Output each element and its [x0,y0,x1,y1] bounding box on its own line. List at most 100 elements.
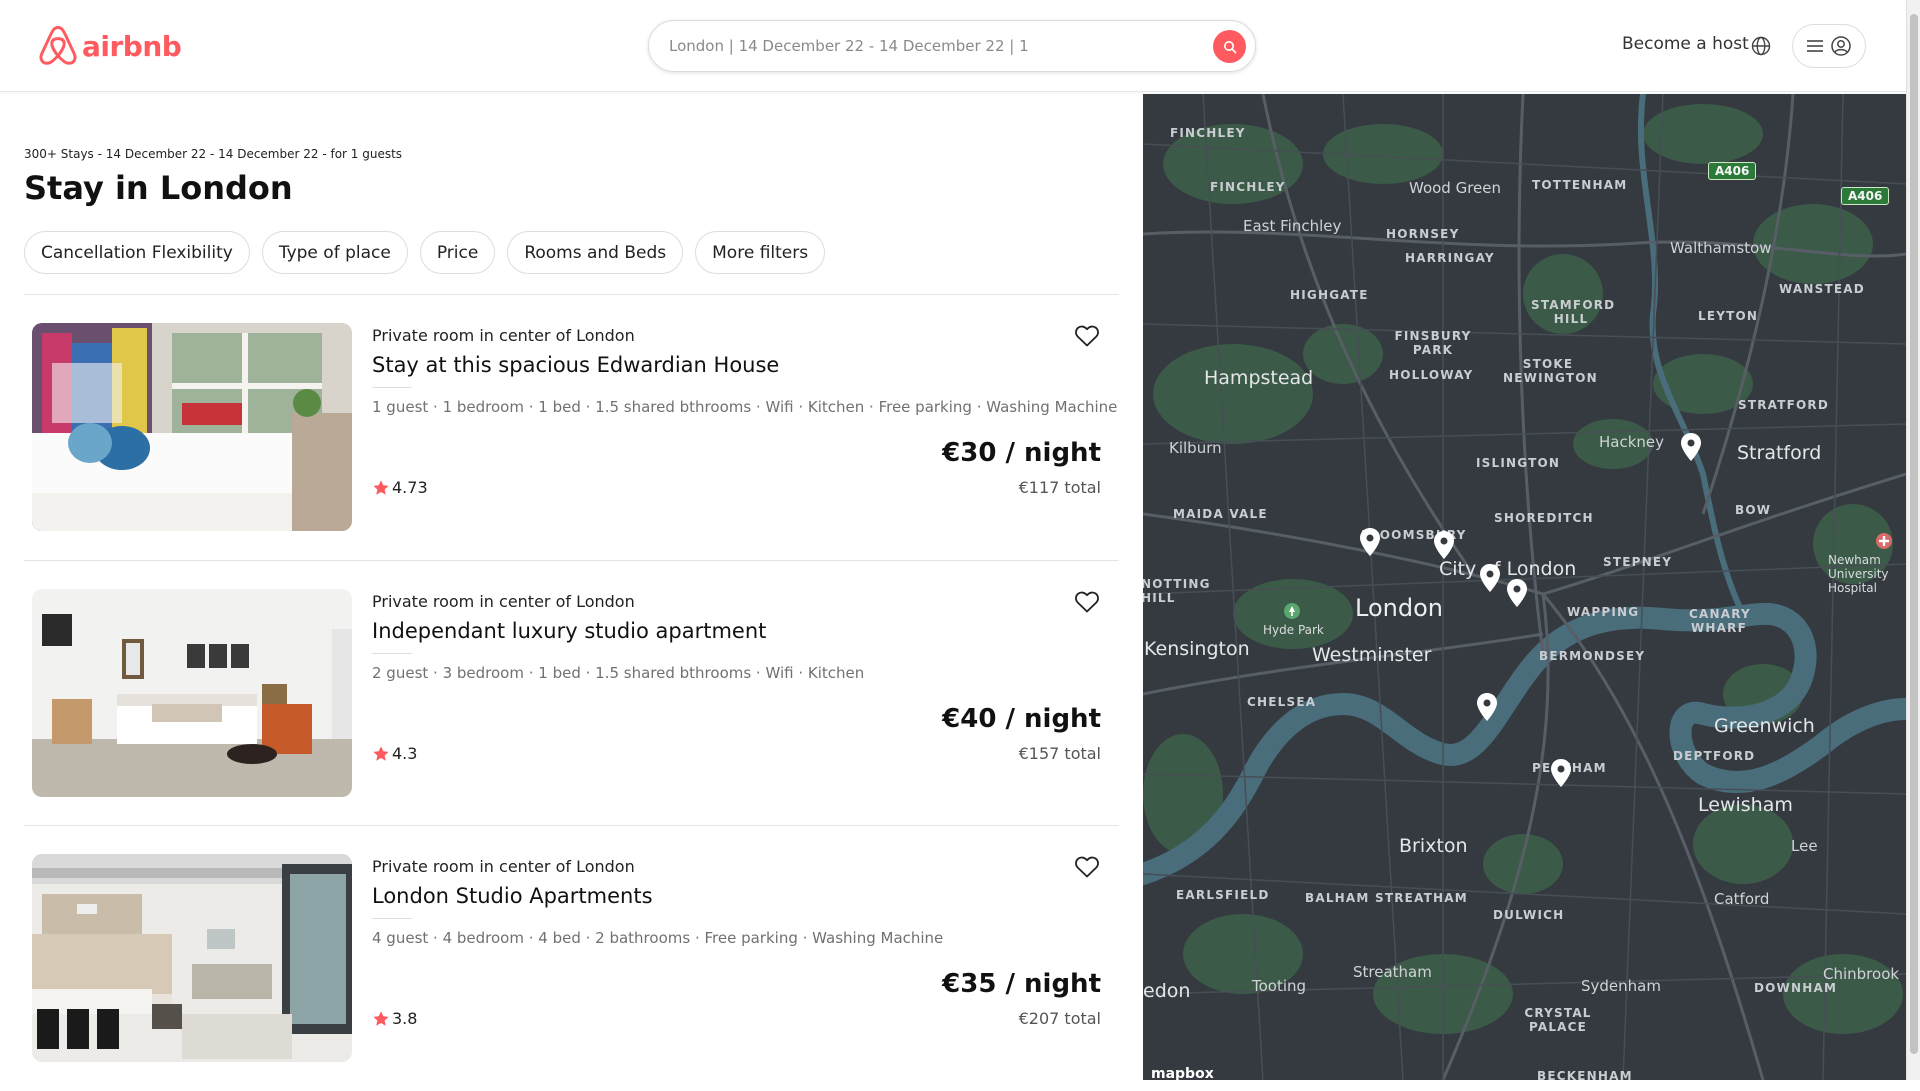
listing-total: €207 total [1018,1009,1101,1028]
map-label: EARLSFIELD [1176,888,1270,902]
mapbox-attribution[interactable]: mapbox [1151,1066,1214,1080]
map-label: Kensington [1144,638,1250,660]
map-label: DEPTFORD [1673,749,1756,763]
listing-title[interactable]: London Studio Apartments [372,884,653,908]
airbnb-logo[interactable]: airbnb [38,25,182,67]
map-label: ISLINGTON [1476,456,1561,470]
map-label: NOTTING HILL [1143,577,1211,605]
top-header: airbnb London | 14 December 22 - 14 Dece… [0,0,1906,92]
listing-separator [372,918,412,919]
filter-bar: Cancellation Flexibility Type of place P… [24,231,826,274]
listing-photo[interactable] [32,589,352,797]
listing-card[interactable]: Private room in center of London Indepen… [24,561,1119,826]
listing-separator [372,653,412,654]
map-label: East Finchley [1243,217,1342,235]
map-label: HIGHGATE [1290,288,1369,302]
listing-total: €157 total [1018,744,1101,763]
listing-map-pin[interactable] [1433,530,1455,560]
listing-map-pin[interactable] [1476,692,1498,722]
listing-card[interactable]: Private room in center of London Stay at… [24,295,1119,560]
listing-amenities: 4 guest · 4 bedroom · 4 bed · 2 bathroom… [372,929,944,947]
listing-rating: 4.3 [372,744,417,763]
map-label: London [1355,594,1443,622]
listing-amenities: 1 guest · 1 bedroom · 1 bed · 1.5 shared… [372,398,1118,416]
map-label: WAPPING [1567,605,1640,619]
listing-map-pin[interactable] [1359,527,1381,557]
listing-title[interactable]: Stay at this spacious Edwardian House [372,353,779,377]
map-label: STEPNEY [1603,555,1673,569]
favorite-heart-icon[interactable] [1074,590,1100,614]
rating-value: 4.73 [392,478,428,497]
map-label: BOW [1735,503,1772,517]
listing-map-pin[interactable] [1680,432,1702,462]
listing-card[interactable]: Private room in center of London London … [24,826,1119,1091]
map-label: Walthamstow [1670,239,1772,257]
map-label: STOKE NEWINGTON [1503,357,1598,385]
search-input[interactable]: London | 14 December 22 - 14 December 22… [669,37,1029,55]
road-shield-a406: A406 [1841,187,1890,205]
filter-rooms-and-beds[interactable]: Rooms and Beds [507,231,684,274]
map-label: STRATFORD [1738,398,1830,412]
map-label: BERMONDSEY [1539,649,1646,663]
park-icon [1284,603,1300,619]
listing-type: Private room in center of London [372,326,635,345]
listing-price: €35 / night [942,969,1101,999]
brand-name: airbnb [82,29,182,63]
map-label: WANSTEAD [1779,282,1865,296]
map-label: HORNSEY [1386,227,1460,241]
map-label: FINSBURY PARK [1394,329,1472,357]
become-host-link[interactable]: Become a host [1622,34,1749,54]
user-menu-button[interactable] [1792,24,1866,68]
map-label: LEYTON [1698,309,1759,323]
map-label: Brixton [1399,835,1468,857]
results-subtitle: 300+ Stays - 14 December 22 - 14 Decembe… [24,147,403,161]
map-label: SHOREDITCH [1494,511,1594,525]
search-bar[interactable]: London | 14 December 22 - 14 December 22… [648,20,1256,72]
map-label: Sydenham [1581,977,1661,995]
listing-type: Private room in center of London [372,857,635,876]
map-label: CRYSTAL PALACE [1524,1006,1592,1034]
search-button[interactable] [1213,30,1246,63]
results-pane: 300+ Stays - 14 December 22 - 14 Decembe… [0,93,1143,1080]
map-label: Newham University Hospital [1828,553,1889,595]
listing-amenities: 2 guest · 3 bedroom · 1 bed · 1.5 shared… [372,664,865,682]
listing-separator [372,387,412,388]
listing-map-pin[interactable] [1479,563,1501,593]
scrollbar-thumb[interactable] [1910,14,1918,1054]
listing-photo[interactable] [32,323,352,531]
page-scrollbar[interactable] [1906,0,1920,1080]
page-title: Stay in London [24,169,293,207]
map-label: Wood Green [1409,179,1502,197]
hospital-icon [1876,533,1892,549]
map-view[interactable]: A406 A406 FINCHLEY FINCHLEY Wood Green T… [1143,94,1906,1080]
map-label: Hyde Park [1263,623,1324,637]
map-label: HOLLOWAY [1389,368,1474,382]
filter-cancellation-flexibility[interactable]: Cancellation Flexibility [24,231,250,274]
listing-map-pin[interactable] [1550,758,1572,788]
rating-value: 4.3 [392,744,418,763]
listing-map-pin[interactable] [1506,578,1528,608]
map-label: Lewisham [1698,794,1793,816]
map-label: HARRINGAY [1405,251,1495,265]
listing-title[interactable]: Independant luxury studio apartment [372,619,766,643]
listing-photo[interactable] [32,854,352,1062]
favorite-heart-icon[interactable] [1074,855,1100,879]
map-label: BALHAM [1305,891,1370,905]
listing-price: €30 / night [942,438,1101,468]
listing-rating: 4.73 [372,478,428,497]
map-label: TOTTENHAM [1532,178,1628,192]
map-label: BECKENHAM [1537,1069,1633,1080]
map-label: DULWICH [1493,908,1565,922]
star-icon [373,745,389,761]
map-label: DOWNHAM [1754,981,1838,995]
filter-price[interactable]: Price [419,231,496,274]
map-label: Stratford [1737,442,1822,464]
search-icon [1223,40,1236,53]
globe-icon[interactable] [1750,35,1772,57]
favorite-heart-icon[interactable] [1074,324,1100,348]
rating-value: 3.8 [392,1009,418,1028]
listing-rating: 3.8 [372,1009,417,1028]
filter-more-filters[interactable]: More filters [695,231,826,274]
filter-type-of-place[interactable]: Type of place [261,231,408,274]
map-label: CHELSEA [1247,695,1317,709]
